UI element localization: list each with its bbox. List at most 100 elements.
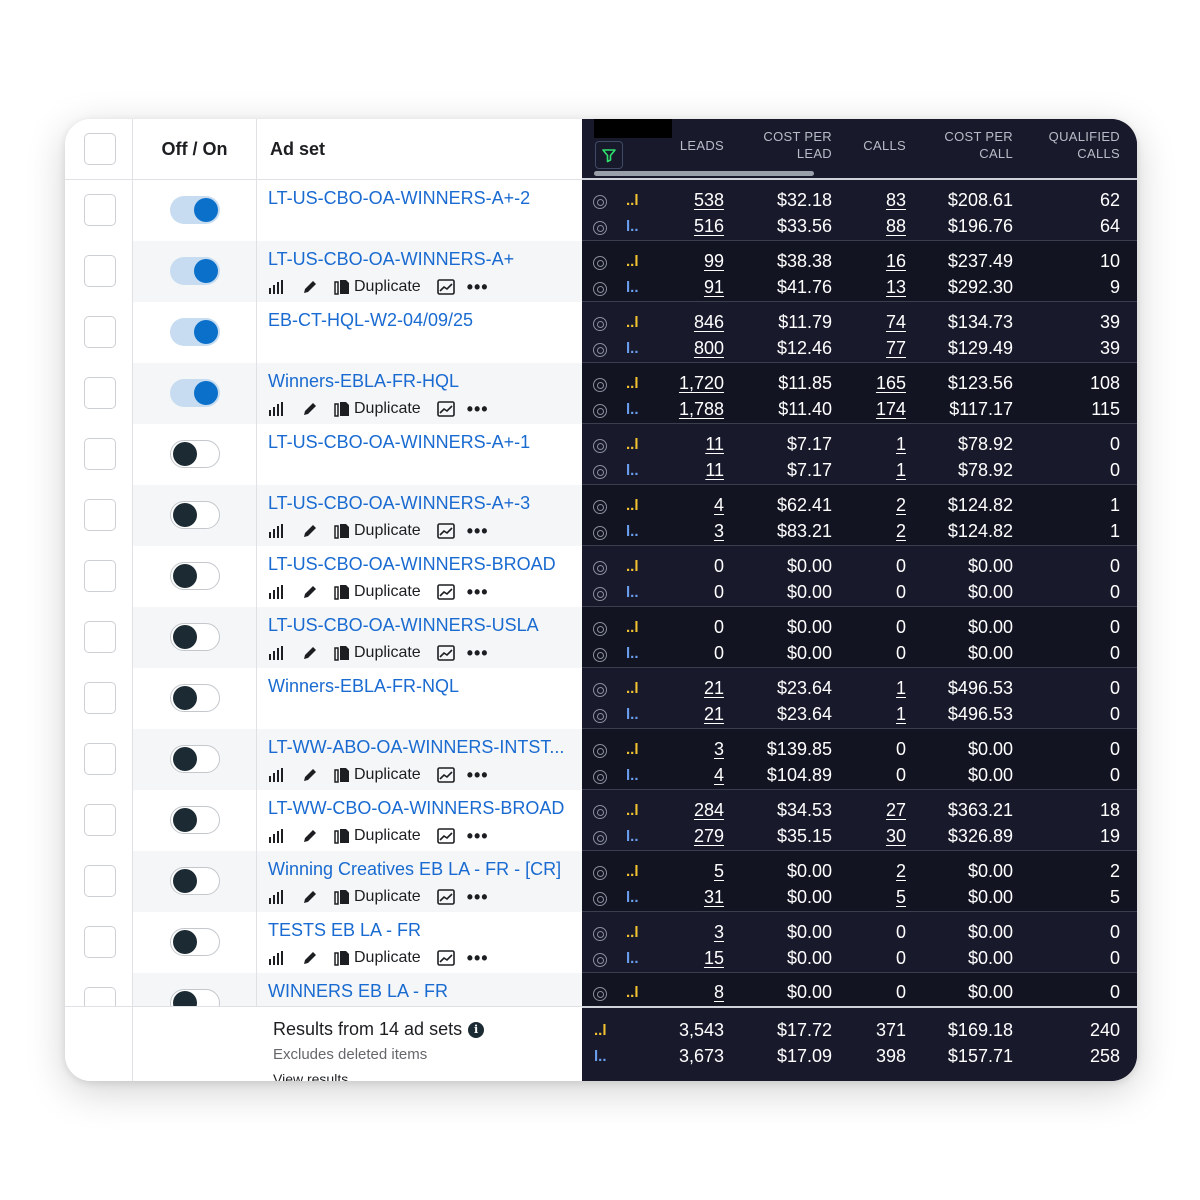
pencil-icon[interactable] [302,401,318,417]
pencil-icon[interactable] [302,645,318,661]
delivery-toggle[interactable] [170,867,220,895]
duplicate-button[interactable]: Duplicate [334,766,421,784]
leads-value[interactable]: 11 [705,460,724,481]
row-checkbox[interactable] [84,438,116,470]
more-icon[interactable]: ••• [467,643,489,664]
calls-value[interactable]: 2 [896,521,906,542]
more-icon[interactable]: ••• [467,521,489,542]
adset-name-link[interactable]: Winners-EBLA-FR-HQL [268,371,578,392]
duplicate-button[interactable]: Duplicate [334,644,421,662]
calls-value[interactable]: 30 [886,826,906,847]
calls-value[interactable]: 1 [896,704,906,725]
leads-value[interactable]: 8 [714,982,724,1003]
bar-chart-icon[interactable] [268,585,284,599]
open-chart-icon[interactable] [436,828,455,844]
horizontal-scrollbar[interactable] [594,171,814,176]
pencil-icon[interactable] [302,950,318,966]
delivery-toggle[interactable] [170,196,220,224]
more-icon[interactable]: ••• [467,277,489,298]
leads-value[interactable]: 846 [694,312,724,333]
open-chart-icon[interactable] [436,645,455,661]
more-icon[interactable]: ••• [467,399,489,420]
leads-value[interactable]: 3 [714,922,724,943]
row-checkbox[interactable] [84,499,116,531]
adset-name-link[interactable]: Winning Creatives EB LA - FR - [CR] [268,859,578,880]
delivery-toggle[interactable] [170,623,220,651]
calls-value[interactable]: 88 [886,216,906,237]
pencil-icon[interactable] [302,828,318,844]
calls-value[interactable]: 165 [876,373,906,394]
row-checkbox[interactable] [84,865,116,897]
leads-value[interactable]: 516 [694,216,724,237]
delivery-toggle[interactable] [170,257,220,285]
leads-value[interactable]: 538 [694,190,724,211]
leads-value[interactable]: 21 [704,678,724,699]
leads-value[interactable]: 99 [704,251,724,272]
pencil-icon[interactable] [302,889,318,905]
leads-value[interactable]: 1,720 [679,373,724,394]
col-header-calls[interactable]: CALLS [863,119,906,171]
leads-value[interactable]: 279 [694,826,724,847]
adset-column-header[interactable]: Ad set [270,119,325,180]
calls-value[interactable]: 1 [896,460,906,481]
pencil-icon[interactable] [302,584,318,600]
open-chart-icon[interactable] [436,584,455,600]
delivery-toggle[interactable] [170,806,220,834]
select-all-checkbox[interactable] [84,133,116,165]
col-header-cost-per-lead[interactable]: COST PER LEAD [763,119,832,171]
calls-value[interactable]: 16 [886,251,906,272]
adset-name-link[interactable]: LT-US-CBO-OA-WINNERS-A+ [268,249,578,270]
more-icon[interactable]: ••• [467,826,489,847]
col-header-qualified-calls[interactable]: QUALIFIED CALLS [1049,119,1120,171]
open-chart-icon[interactable] [436,889,455,905]
adset-name-link[interactable]: Winners-EBLA-FR-NQL [268,676,578,697]
more-icon[interactable]: ••• [467,887,489,908]
delivery-toggle[interactable] [170,684,220,712]
adset-name-link[interactable]: LT-US-CBO-OA-WINNERS-A+-1 [268,432,578,453]
bar-chart-icon[interactable] [268,768,284,782]
row-checkbox[interactable] [84,255,116,287]
delivery-toggle[interactable] [170,928,220,956]
row-checkbox[interactable] [84,621,116,653]
pencil-icon[interactable] [302,767,318,783]
adset-name-link[interactable]: WINNERS EB LA - FR [268,981,578,1002]
open-chart-icon[interactable] [436,401,455,417]
duplicate-button[interactable]: Duplicate [334,278,421,296]
more-icon[interactable]: ••• [467,948,489,969]
calls-value[interactable]: 2 [896,861,906,882]
pencil-icon[interactable] [302,279,318,295]
row-checkbox[interactable] [84,377,116,409]
more-icon[interactable]: ••• [467,765,489,786]
leads-value[interactable]: 11 [705,434,724,455]
col-header-leads[interactable]: LEADS [680,119,724,171]
bar-chart-icon[interactable] [268,402,284,416]
duplicate-button[interactable]: Duplicate [334,949,421,967]
bar-chart-icon[interactable] [268,280,284,294]
delivery-toggle[interactable] [170,501,220,529]
bar-chart-icon[interactable] [268,890,284,904]
duplicate-button[interactable]: Duplicate [334,827,421,845]
leads-value[interactable]: 31 [704,887,724,908]
adset-name-link[interactable]: EB-CT-HQL-W2-04/09/25 [268,310,578,331]
row-checkbox[interactable] [84,804,116,836]
calls-value[interactable]: 13 [886,277,906,298]
calls-value[interactable]: 2 [896,495,906,516]
open-chart-icon[interactable] [436,767,455,783]
open-chart-icon[interactable] [436,523,455,539]
calls-value[interactable]: 83 [886,190,906,211]
adset-name-link[interactable]: LT-WW-ABO-OA-WINNERS-INTST... [268,737,578,758]
leads-value[interactable]: 4 [714,495,724,516]
leads-value[interactable]: 3 [714,739,724,760]
row-checkbox[interactable] [84,743,116,775]
delivery-toggle[interactable] [170,379,220,407]
calls-value[interactable]: 5 [896,887,906,908]
adset-name-link[interactable]: LT-US-CBO-OA-WINNERS-BROAD [268,554,578,575]
bar-chart-icon[interactable] [268,524,284,538]
leads-value[interactable]: 15 [704,948,724,969]
calls-value[interactable]: 74 [886,312,906,333]
leads-value[interactable]: 21 [704,704,724,725]
duplicate-button[interactable]: Duplicate [334,400,421,418]
open-chart-icon[interactable] [436,279,455,295]
leads-value[interactable]: 3 [714,521,724,542]
delivery-toggle[interactable] [170,440,220,468]
